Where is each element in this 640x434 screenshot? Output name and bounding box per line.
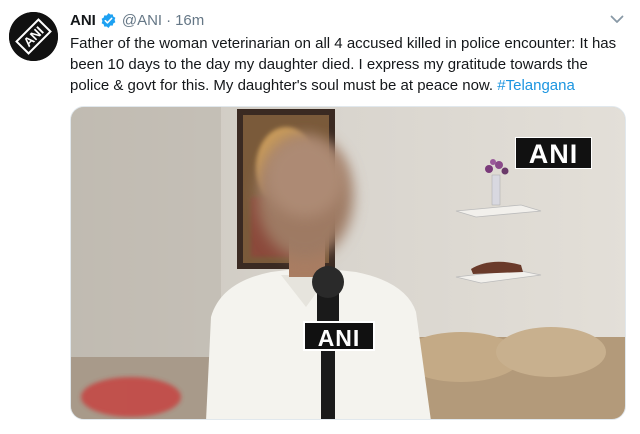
hashtag-link[interactable]: #Telangana: [497, 77, 575, 94]
ani-watermark: ANI: [515, 137, 592, 169]
avatar[interactable]: ANI: [9, 12, 58, 61]
tweet-text: Father of the woman veterinarian on all …: [70, 33, 628, 96]
tweet-card[interactable]: ANI ANI @ANI · 16m Father of the woman v…: [0, 0, 640, 434]
ani-avatar-logo: ANI: [9, 12, 58, 61]
chevron-down-icon[interactable]: [608, 10, 626, 28]
tweet-header: ANI @ANI · 16m: [70, 10, 204, 30]
tweet-media-video[interactable]: ANI ANI: [70, 106, 626, 420]
author-name[interactable]: ANI: [70, 12, 96, 29]
mic-flag-logo: ANI: [303, 321, 375, 351]
author-handle[interactable]: @ANI: [122, 12, 162, 29]
verified-badge-icon: [100, 12, 117, 29]
tweet-timestamp[interactable]: 16m: [175, 12, 204, 29]
separator-dot: ·: [166, 11, 172, 29]
